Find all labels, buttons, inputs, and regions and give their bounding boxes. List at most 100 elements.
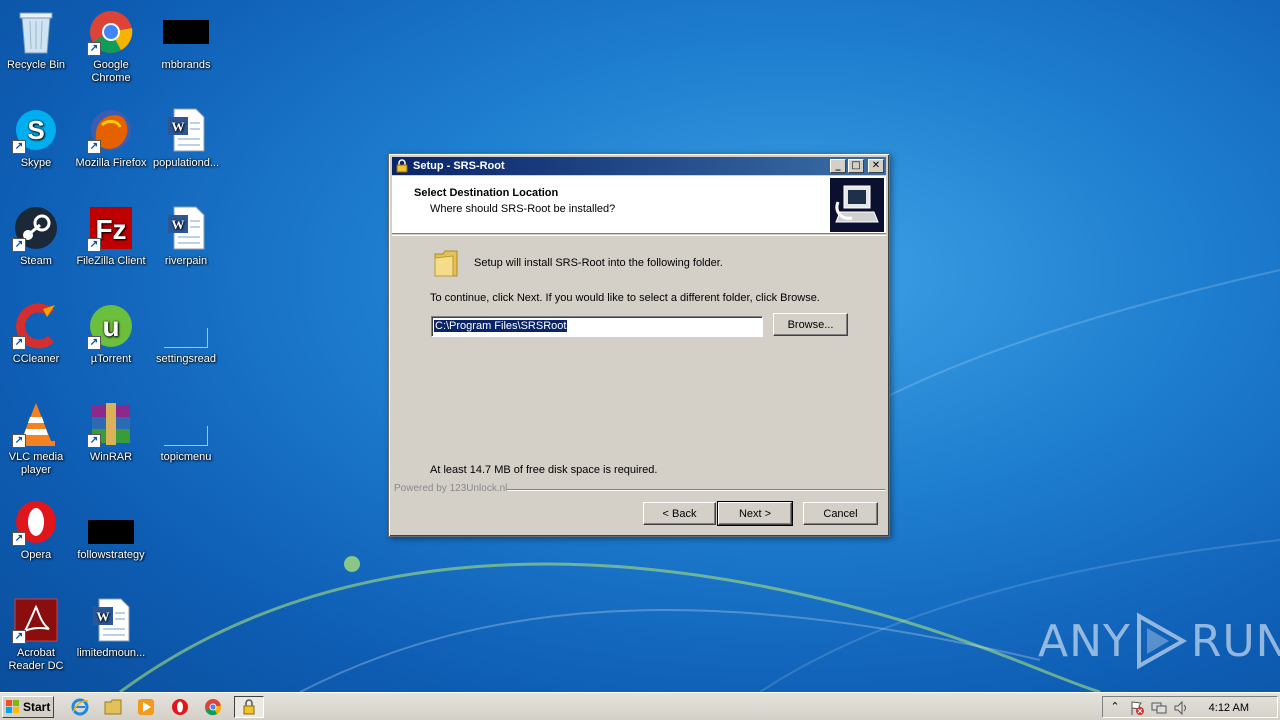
svg-text:S: S [27, 115, 44, 145]
desktop-icon-skype[interactable]: S ↗ Skype [0, 106, 74, 170]
opera-icon: ↗ [12, 498, 60, 546]
continue-message: To continue, click Next. If you would li… [430, 292, 820, 304]
recycle-bin-icon [12, 8, 60, 56]
desktop-icon-mbbrands[interactable]: mbbrands [148, 8, 224, 72]
desktop-icon-utorrent[interactable]: u ↗ µTorrent [73, 302, 149, 366]
shortcut-arrow-icon: ↗ [87, 238, 101, 252]
desktop-icon-acrobat[interactable]: ↗ Acrobat Reader DC [0, 596, 74, 673]
desktop-icon-label: Opera [20, 549, 52, 561]
desktop-icon-google-chrome[interactable]: ↗ Google Chrome [73, 8, 149, 85]
taskbar: Start ⌃ 4:12 AM [0, 692, 1280, 720]
desktop-icon-label: FileZilla Client [76, 255, 146, 267]
shortcut-arrow-icon: ↗ [87, 336, 101, 350]
desktop-icon-settingsread[interactable]: settingsread [148, 302, 224, 366]
installer-computer-icon [830, 178, 884, 232]
watermark-left: ANY [1038, 615, 1131, 667]
desktop-icon-label: CCleaner [12, 353, 60, 365]
wizard-header: Select Destination Location Where should… [392, 176, 886, 234]
anyrun-watermark: ANY RUN [1038, 612, 1280, 670]
shortcut-arrow-icon: ↗ [12, 238, 26, 252]
desktop-icon-vlc[interactable]: ↗ VLC media player [0, 400, 74, 477]
blank-file-icon [162, 302, 210, 350]
header-subtitle: Where should SRS-Root be installed? [430, 203, 616, 215]
desktop-icon-label: Recycle Bin [6, 59, 66, 71]
system-tray: ⌃ 4:12 AM [1102, 696, 1278, 718]
browse-button[interactable]: Browse... [773, 313, 848, 336]
start-label: Start [23, 700, 51, 714]
shortcut-arrow-icon: ↗ [12, 434, 26, 448]
chrome-icon: ↗ [87, 8, 135, 56]
shortcut-arrow-icon: ↗ [12, 336, 26, 350]
folder-icon [434, 250, 458, 277]
cancel-button[interactable]: Cancel [803, 502, 878, 525]
window-titlebar[interactable]: Setup - SRS-Root _ □ ✕ [392, 157, 886, 175]
desktop-icon-label: Skype [20, 157, 52, 169]
folder-icon [104, 699, 122, 715]
desktop-icon-label: riverpain [164, 255, 208, 267]
volume-icon[interactable] [1173, 700, 1189, 716]
shortcut-arrow-icon: ↗ [87, 434, 101, 448]
shortcut-arrow-icon: ↗ [87, 42, 101, 56]
taskbar-setup-task[interactable] [234, 696, 264, 718]
blank-file-icon [162, 400, 210, 448]
quicklaunch-opera[interactable] [170, 697, 190, 717]
quicklaunch-chrome[interactable] [203, 697, 223, 717]
desktop-icon-topicmenu[interactable]: topicmenu [148, 400, 224, 464]
desktop-icon-populationd[interactable]: W populationd... [148, 106, 224, 170]
watermark-right: RUN [1190, 615, 1280, 667]
internet-explorer-icon [71, 698, 89, 716]
desktop-icon-label: µTorrent [90, 353, 132, 365]
quicklaunch-ie[interactable] [70, 697, 90, 717]
maximize-button[interactable]: □ [848, 159, 864, 173]
desktop-icon-label: WinRAR [89, 451, 133, 463]
acrobat-icon: ↗ [12, 596, 60, 644]
word-doc-icon: W [162, 204, 210, 252]
network-icon[interactable] [1151, 700, 1167, 716]
close-button[interactable]: ✕ [868, 159, 884, 173]
destination-path-input[interactable]: C:\Program Files\SRSRoot [431, 316, 763, 337]
ccleaner-icon: ↗ [12, 302, 60, 350]
quicklaunch-explorer[interactable] [103, 697, 123, 717]
desktop-icon-label: followstrategy [77, 549, 145, 561]
skype-icon: S ↗ [12, 106, 60, 154]
desktop-icon-label: Acrobat Reader DC [8, 647, 64, 672]
install-message: Setup will install SRS-Root into the fol… [474, 257, 723, 269]
back-button[interactable]: < Back [643, 502, 716, 525]
lock-icon [396, 159, 408, 173]
desktop-icon-recycle-bin[interactable]: Recycle Bin [0, 8, 74, 72]
setup-window: Setup - SRS-Root _ □ ✕ Select Destinatio… [388, 153, 890, 537]
header-separator [392, 235, 886, 236]
desktop-icon-label: settingsread [156, 353, 216, 365]
desktop-icon-ccleaner[interactable]: ↗ CCleaner [0, 302, 74, 366]
desktop-icon-label: VLC media player [8, 451, 64, 476]
desktop-icon-label: populationd... [152, 157, 220, 169]
show-hidden-icons-button[interactable]: ⌃ [1107, 700, 1123, 716]
start-button[interactable]: Start [2, 696, 54, 718]
desktop-icon-opera[interactable]: ↗ Opera [0, 498, 74, 562]
action-center-flag-icon[interactable] [1129, 700, 1145, 716]
minimize-button[interactable]: _ [830, 159, 846, 173]
disk-space-message: At least 14.7 MB of free disk space is r… [430, 464, 658, 476]
desktop-icon-mozilla-firefox[interactable]: ↗ Mozilla Firefox [73, 106, 149, 170]
shortcut-arrow-icon: ↗ [12, 532, 26, 546]
desktop-icon-limitedmoun[interactable]: W limitedmoun... [73, 596, 149, 660]
footer-separator [507, 489, 885, 491]
quicklaunch-media-player[interactable] [136, 697, 156, 717]
shortcut-arrow-icon: ↗ [12, 140, 26, 154]
next-button[interactable]: Next > [717, 501, 793, 526]
desktop-icon-label: mbbrands [161, 59, 211, 71]
opera-icon [172, 699, 188, 715]
destination-path-value: C:\Program Files\SRSRoot [434, 320, 568, 332]
desktop-icon-riverpain[interactable]: W riverpain [148, 204, 224, 268]
shortcut-arrow-icon: ↗ [87, 140, 101, 154]
taskbar-clock[interactable]: 4:12 AM [1209, 702, 1249, 714]
filezilla-icon: Fz ↗ [87, 204, 135, 252]
winrar-icon: ↗ [87, 400, 135, 448]
firefox-icon: ↗ [87, 106, 135, 154]
desktop-icon-filezilla[interactable]: Fz ↗ FileZilla Client [73, 204, 149, 268]
svg-text:W: W [172, 217, 185, 232]
desktop-icon-label: Steam [20, 255, 52, 267]
desktop-icon-followstrategy[interactable]: followstrategy [73, 498, 149, 562]
desktop-icon-winrar[interactable]: ↗ WinRAR [73, 400, 149, 464]
desktop-icon-steam[interactable]: ↗ Steam [0, 204, 74, 268]
